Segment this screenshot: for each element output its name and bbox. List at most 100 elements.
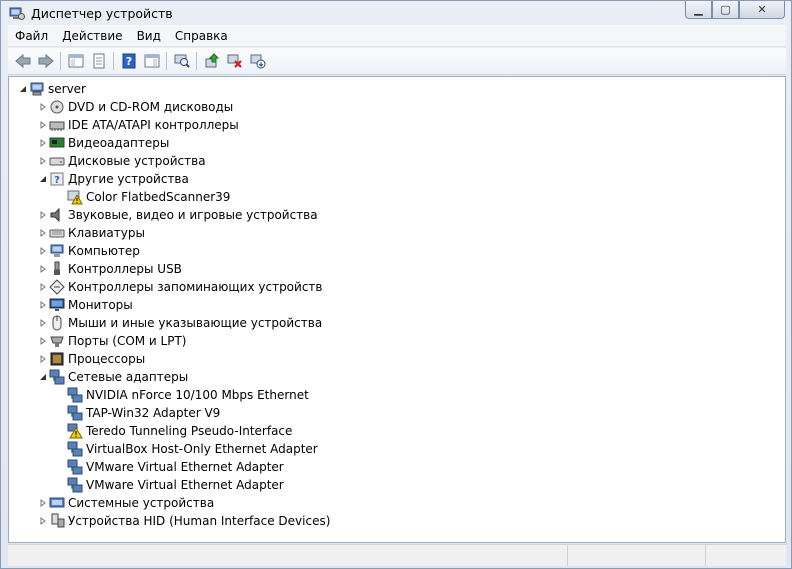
disable-device-button[interactable] xyxy=(246,50,269,72)
show-hide-tree-button[interactable] xyxy=(64,50,87,72)
scan-hardware-button[interactable] xyxy=(170,50,193,72)
toolbar-separator xyxy=(166,52,167,70)
hid-icon xyxy=(51,513,65,528)
tree-root[interactable]: server xyxy=(17,80,86,98)
svg-text:?: ? xyxy=(54,175,60,186)
tree-category[interactable]: Клавиатуры xyxy=(37,224,145,242)
tree-item-label: Системные устройства xyxy=(68,496,215,510)
title-bar[interactable]: Диспетчер устройств ▁ ▢ ✕ xyxy=(1,1,791,25)
menu-help[interactable]: Справка xyxy=(168,26,235,46)
tree-category[interactable]: Дисковые устройства xyxy=(37,152,206,170)
minimize-icon: ▁ xyxy=(694,3,703,16)
disk-drive-icon xyxy=(49,157,65,166)
status-cell-3 xyxy=(706,545,786,566)
tree-device[interactable]: Teredo Tunneling Pseudo-Interface xyxy=(55,422,292,440)
tree-category[interactable]: IDE ATA/ATAPI контроллеры xyxy=(37,116,239,134)
tree-item-label: Порты (COM и LPT) xyxy=(68,334,187,348)
tree-category[interactable]: Контроллеры запоминающих устройств xyxy=(37,278,322,296)
expand-arrow-icon[interactable] xyxy=(37,260,49,278)
keyboard-icon xyxy=(49,229,65,238)
expand-arrow-icon[interactable] xyxy=(37,242,49,260)
disable-device-icon xyxy=(250,54,265,69)
tree-item-label: VMware Virtual Ethernet Adapter xyxy=(86,478,284,492)
forward-button[interactable] xyxy=(34,50,57,72)
properties-button[interactable] xyxy=(87,50,110,72)
expand-arrow-icon[interactable] xyxy=(37,224,49,242)
tree-category[interactable]: Мыши и иные указывающие устройства xyxy=(37,314,322,332)
display-adapter-icon xyxy=(49,137,65,148)
tree-category[interactable]: Мониторы xyxy=(37,296,133,314)
update-driver-button[interactable] xyxy=(200,50,223,72)
tree-category[interactable]: Порты (COM и LPT) xyxy=(37,332,186,350)
device-tree[interactable]: server DVD и CD-ROM дисководы IDE ATA/ATA… xyxy=(8,76,786,543)
tree-category[interactable]: Сетевые адаптеры xyxy=(37,368,188,386)
tree-item-label: Видеоадаптеры xyxy=(68,136,170,150)
tree-category[interactable]: Компьютер xyxy=(37,242,140,260)
help-button[interactable]: ? xyxy=(117,50,140,72)
expand-arrow-icon[interactable] xyxy=(37,152,49,170)
maximize-icon: ▢ xyxy=(720,3,731,16)
warning-network-icon xyxy=(67,423,83,439)
tree-item-label: Контроллеры USB xyxy=(68,262,182,276)
network-adapter-icon xyxy=(67,441,83,457)
tree-item-label: NVIDIA nForce 10/100 Mbps Ethernet xyxy=(86,388,309,402)
tree-device[interactable]: VMware Virtual Ethernet Adapter xyxy=(55,476,284,494)
console-tree-icon xyxy=(68,54,83,68)
uninstall-button[interactable] xyxy=(223,50,246,72)
expand-arrow-icon[interactable] xyxy=(37,350,49,368)
expand-arrow-icon[interactable] xyxy=(37,134,49,152)
computer-icon xyxy=(30,82,44,96)
menu-file[interactable]: Файл xyxy=(8,26,55,46)
tree-item-label: Процессоры xyxy=(68,352,146,366)
tree-item-label: VirtualBox Host-Only Ethernet Adapter xyxy=(86,442,318,456)
maximize-button[interactable]: ▢ xyxy=(712,1,739,19)
tree-item-label: Дисковые устройства xyxy=(68,154,206,168)
expand-arrow-icon[interactable] xyxy=(37,116,49,134)
tree-device[interactable]: Color FlatbedScanner39 xyxy=(55,188,230,206)
tree-item-label: DVD и CD-ROM дисководы xyxy=(68,100,234,114)
tree-item-label: Компьютер xyxy=(68,244,140,258)
collapse-arrow-icon[interactable] xyxy=(17,80,29,98)
tree-device[interactable]: NVIDIA nForce 10/100 Mbps Ethernet xyxy=(55,386,309,404)
close-button[interactable]: ✕ xyxy=(739,1,785,19)
tree-root-label: server xyxy=(48,82,86,96)
storage-controller-icon xyxy=(49,279,65,295)
expand-arrow-icon[interactable] xyxy=(37,512,49,530)
tree-item-label: Color FlatbedScanner39 xyxy=(86,190,231,204)
collapse-arrow-icon[interactable] xyxy=(37,170,49,188)
tree-category[interactable]: Звуковые, видео и игровые устройства xyxy=(37,206,318,224)
tree-category[interactable]: Контроллеры USB xyxy=(37,260,182,278)
expand-arrow-icon[interactable] xyxy=(37,206,49,224)
tree-device[interactable]: VMware Virtual Ethernet Adapter xyxy=(55,458,284,476)
expand-arrow-icon[interactable] xyxy=(37,314,49,332)
status-bar xyxy=(8,544,786,566)
network-adapter-icon xyxy=(67,405,83,421)
expand-arrow-icon[interactable] xyxy=(37,278,49,296)
action-pane-button[interactable] xyxy=(140,50,163,72)
toolbar-separator xyxy=(196,52,197,70)
tree-category[interactable]: ? Другие устройства xyxy=(37,170,189,188)
menu-action[interactable]: Действие xyxy=(55,26,129,46)
tree-category[interactable]: Системные устройства xyxy=(37,494,214,512)
tree-category[interactable]: Процессоры xyxy=(37,350,145,368)
tree-device[interactable]: TAP-Win32 Adapter V9 xyxy=(55,404,220,422)
tree-category[interactable]: Устройства HID (Human Interface Devices) xyxy=(37,512,330,530)
tree-category[interactable]: DVD и CD-ROM дисководы xyxy=(37,98,233,116)
toolbar-separator xyxy=(60,52,61,70)
expand-arrow-icon[interactable] xyxy=(37,494,49,512)
menu-view[interactable]: Вид xyxy=(130,26,168,46)
back-button[interactable] xyxy=(11,50,34,72)
expand-arrow-icon[interactable] xyxy=(37,296,49,314)
tree-category[interactable]: Видеоадаптеры xyxy=(37,134,169,152)
collapse-arrow-icon[interactable] xyxy=(37,368,49,386)
tree-device[interactable]: VirtualBox Host-Only Ethernet Adapter xyxy=(55,440,318,458)
expand-arrow-icon[interactable] xyxy=(37,98,49,116)
tree-item-label: Teredo Tunneling Pseudo-Interface xyxy=(86,424,293,438)
expand-arrow-icon[interactable] xyxy=(37,332,49,350)
help-icon: ? xyxy=(122,53,135,69)
system-device-icon xyxy=(49,497,65,508)
minimize-button[interactable]: ▁ xyxy=(685,1,712,19)
